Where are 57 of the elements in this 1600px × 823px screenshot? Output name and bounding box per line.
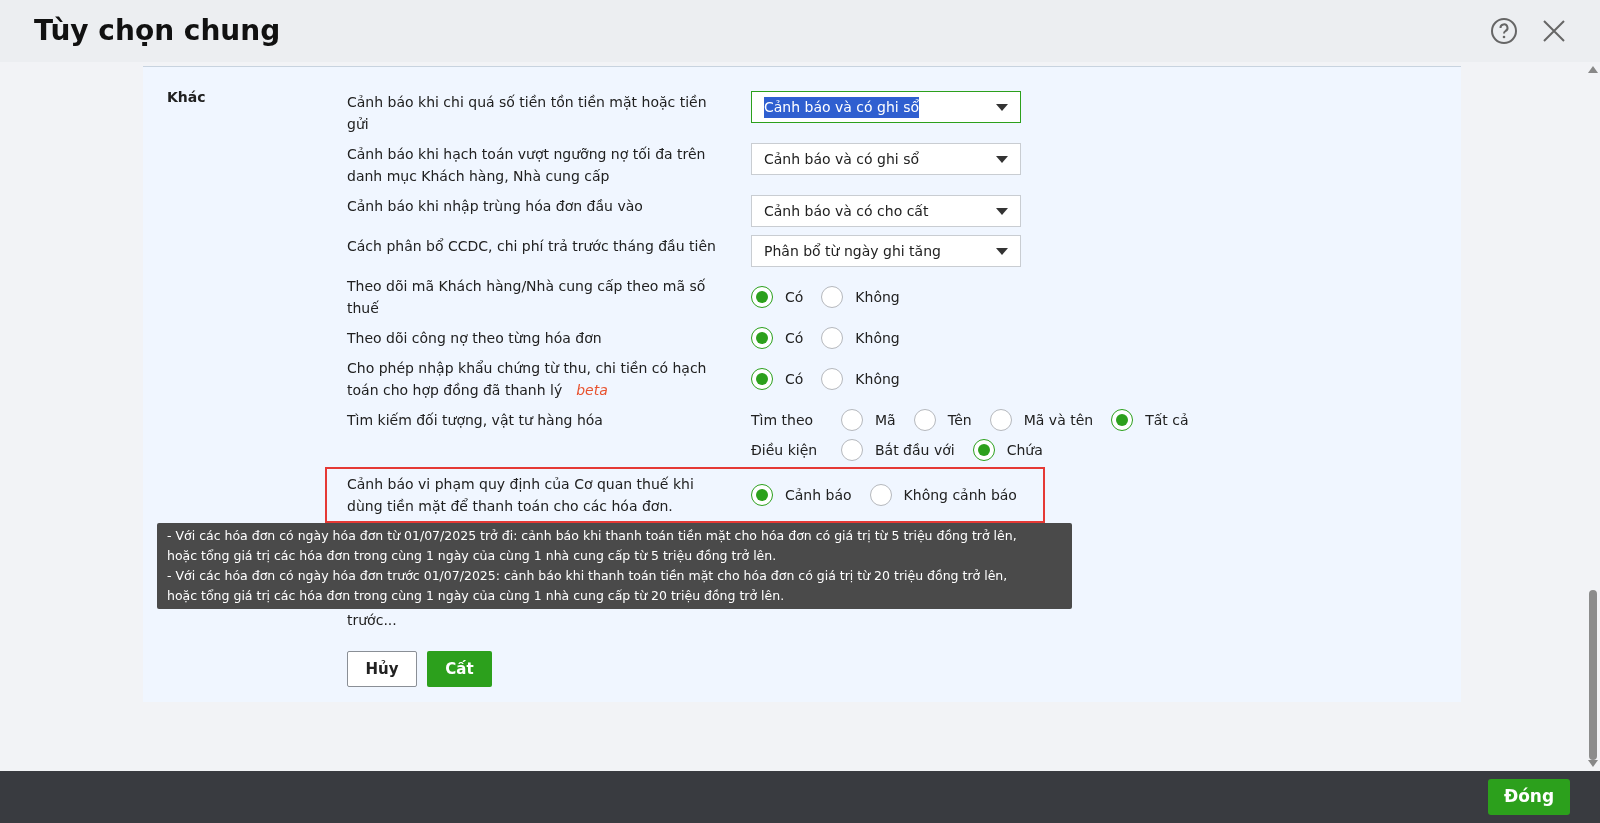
radio-option[interactable]: Chứa bbox=[972, 439, 1043, 461]
close-icon[interactable] bbox=[1542, 19, 1566, 43]
option-label: Cảnh báo khi hạch toán vượt ngưỡng nợ tối đa trên danh mục Khách hàng, Nhà cung cấp bbox=[347, 145, 707, 186]
dropdown-select[interactable]: Cảnh báo và có ghi sổ bbox=[751, 91, 1021, 123]
radio-option[interactable]: Không bbox=[821, 368, 900, 390]
radio-option[interactable]: Không bbox=[821, 286, 900, 308]
option-label: Cho phép nhập khẩu chứng từ thu, chi tiền có hạch toán cho hợp đồng đã thanh lý beta bbox=[347, 359, 708, 400]
radio-option[interactable]: Mã và tên bbox=[989, 409, 1094, 431]
radio-button[interactable] bbox=[821, 368, 844, 390]
radio-button[interactable] bbox=[751, 286, 773, 308]
radio-button[interactable] bbox=[751, 327, 773, 349]
beta-label: beta bbox=[576, 382, 608, 398]
radio-option[interactable]: Có bbox=[751, 368, 804, 390]
radio-option[interactable]: Tất cả bbox=[1111, 409, 1189, 431]
option-label: Cảnh báo vi phạm quy định của Cơ quan thuế khi dùng tiền mặt để thanh toán cho các hóa đơn. bbox=[347, 475, 695, 516]
radio-option[interactable]: Có bbox=[751, 327, 804, 349]
radio-option[interactable]: Không bbox=[821, 327, 900, 349]
radio-button[interactable] bbox=[869, 484, 892, 506]
radio-button[interactable] bbox=[841, 439, 863, 461]
window-title: Tùy chọn chung bbox=[34, 13, 281, 49]
radio-button[interactable] bbox=[751, 368, 773, 390]
radio-button[interactable] bbox=[913, 409, 936, 431]
scrollbar-thumb[interactable] bbox=[1589, 590, 1597, 760]
option-label: Theo dõi công nợ theo từng hóa đơn bbox=[347, 329, 603, 348]
radio-button[interactable] bbox=[821, 327, 844, 349]
group-label: Tìm theo bbox=[751, 410, 815, 430]
radio-option[interactable]: Bắt đầu với bbox=[841, 439, 955, 461]
option-label: Cảnh báo khi nhập trùng hóa đơn đầu vào bbox=[347, 197, 644, 216]
cancel-button[interactable]: Hủy bbox=[347, 651, 417, 687]
caret-down-icon bbox=[996, 207, 1008, 215]
radio-button[interactable] bbox=[1111, 409, 1134, 431]
dropdown-select[interactable]: Phân bổ từ ngày ghi tăng bbox=[751, 235, 1021, 267]
dropdown-select[interactable]: Cảnh báo và có cho cất bbox=[751, 195, 1021, 227]
option-label: Cảnh báo khi chi quá số tiền tồn tiền mặt hoặc tiền gửi bbox=[347, 93, 708, 134]
radio-button[interactable] bbox=[841, 409, 863, 431]
scroll-up-icon[interactable] bbox=[1588, 66, 1598, 73]
option-label: trước... bbox=[347, 611, 397, 630]
caret-down-icon bbox=[996, 247, 1008, 255]
group-label: Điều kiện bbox=[751, 440, 819, 460]
radio-option[interactable]: Mã bbox=[841, 409, 896, 431]
section-title: Khác bbox=[166, 88, 207, 107]
tooltip: - Với các hóa đơn có ngày hóa đơn từ 01/07/2025 trở đi: cảnh báo khi thanh toán tiền mặt cho hóa đơn có giá trị từ 5 triệu đồng trở lên, hoặc tổng giá trị các hóa đơn trong cùng 1 ngày của cùng 1 nhà cung cấp từ 5 triệu đồng trở lên. - Với các hóa đơn có ngày hóa đơn trước 01/07/2025: cảnh báo khi thanh toán tiền mặt cho hóa đơn có giá trị từ 20 triệu đồng trở lên, hoặc tổng giá trị các hóa đơn trong cùng 1 ngày của cùng 1 nhà cung cấp từ 20 triệu đồng trở lên. bbox=[157, 523, 1072, 609]
radio-option[interactable]: Tên bbox=[913, 409, 972, 431]
radio-option[interactable]: Cảnh báo bbox=[751, 484, 852, 506]
radio-button[interactable] bbox=[989, 409, 1012, 431]
caret-down-icon bbox=[996, 103, 1008, 111]
radio-button[interactable] bbox=[821, 286, 844, 308]
radio-option[interactable]: Không cảnh báo bbox=[869, 484, 1017, 506]
caret-down-icon bbox=[996, 155, 1008, 163]
help-icon[interactable] bbox=[1490, 17, 1518, 45]
option-label: Theo dõi mã Khách hàng/Nhà cung cấp theo mã số thuế bbox=[347, 277, 707, 318]
dropdown-select[interactable]: Cảnh báo và có ghi sổ bbox=[751, 143, 1021, 175]
radio-button[interactable] bbox=[972, 439, 995, 461]
radio-option[interactable]: Có bbox=[751, 286, 804, 308]
option-label: Cách phân bổ CCDC, chi phí trả trước tháng đầu tiên bbox=[347, 237, 717, 256]
radio-button[interactable] bbox=[751, 484, 773, 506]
option-label: Tìm kiếm đối tượng, vật tư hàng hóa bbox=[347, 411, 604, 430]
